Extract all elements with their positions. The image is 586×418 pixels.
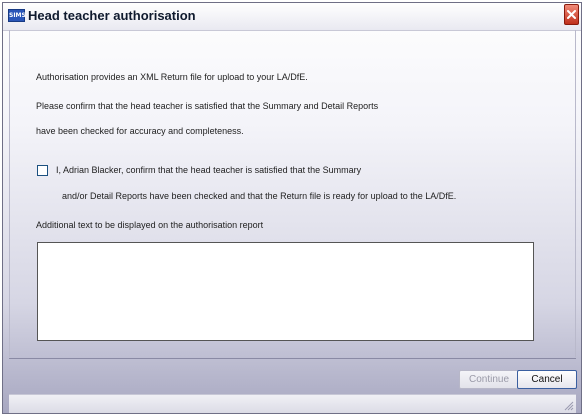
additional-text-label: Additional text to be displayed on the a… <box>36 220 264 230</box>
status-bar <box>9 394 576 413</box>
continue-button[interactable]: Continue <box>459 370 519 389</box>
info-text-line1: Authorisation provides an XML Return fil… <box>36 72 308 82</box>
confirm-label-line1: I, Adrian Blacker, confirm that the head… <box>56 165 362 175</box>
resize-grip-icon[interactable] <box>564 401 574 411</box>
title-bar[interactable]: SIMS Head teacher authorisation <box>3 3 581 31</box>
confirm-checkbox[interactable] <box>37 165 48 176</box>
additional-text-input[interactable] <box>37 242 534 341</box>
dialog-title: Head teacher authorisation <box>28 8 196 23</box>
confirm-label-line2: and/or Detail Reports have been checked … <box>62 191 457 201</box>
button-bar: Continue Cancel <box>9 358 577 393</box>
dialog-window: SIMS Head teacher authorisation Authoris… <box>2 2 582 414</box>
info-text-line2: Please confirm that the head teacher is … <box>36 101 379 111</box>
sims-app-icon: SIMS <box>8 9 26 22</box>
close-button[interactable] <box>564 4 579 25</box>
close-icon <box>567 10 576 19</box>
dialog-content: Authorisation provides an XML Return fil… <box>9 30 576 357</box>
cancel-button[interactable]: Cancel <box>517 370 577 389</box>
info-text-line3: have been checked for accuracy and compl… <box>36 126 244 136</box>
